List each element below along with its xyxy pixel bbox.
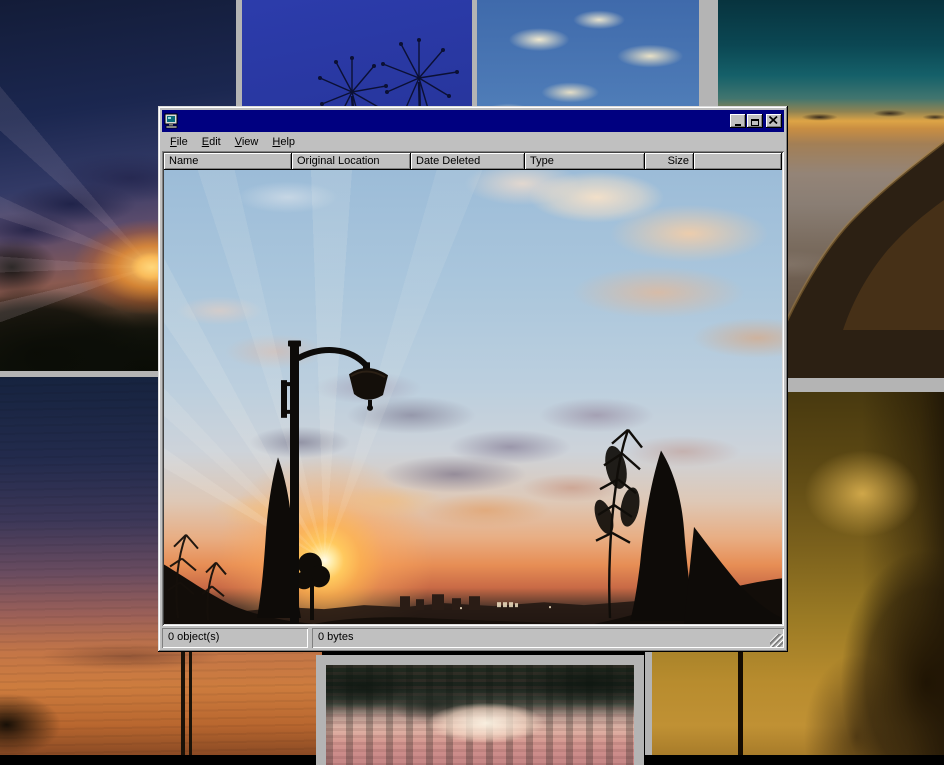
recycle-bin-window: File Edit View Help Name Original Locati… bbox=[158, 106, 788, 652]
resize-grip[interactable] bbox=[770, 634, 783, 647]
status-bytes-label: 0 bytes bbox=[318, 631, 353, 643]
column-header-original-location[interactable]: Original Location bbox=[292, 153, 411, 170]
menu-bar: File Edit View Help bbox=[162, 132, 784, 151]
column-header-size[interactable]: Size bbox=[645, 153, 694, 170]
minimize-button[interactable] bbox=[730, 114, 746, 128]
close-button[interactable] bbox=[766, 114, 782, 128]
water-pole-silhouette bbox=[181, 640, 185, 755]
column-header-type[interactable]: Type bbox=[525, 153, 645, 170]
computer-icon bbox=[164, 113, 180, 129]
column-header-filler[interactable] bbox=[694, 153, 782, 170]
column-header-name[interactable]: Name bbox=[164, 153, 292, 170]
column-header-date-deleted[interactable]: Date Deleted bbox=[411, 153, 525, 170]
status-bar: 0 object(s) 0 bytes bbox=[162, 628, 784, 648]
photo-silhouettes bbox=[164, 170, 782, 624]
file-list-area[interactable]: Name Original Location Date Deleted Type… bbox=[162, 151, 784, 626]
menu-help[interactable]: Help bbox=[265, 134, 302, 150]
menu-view[interactable]: View bbox=[228, 134, 266, 150]
maximize-button[interactable] bbox=[747, 114, 763, 128]
title-bar[interactable] bbox=[162, 110, 784, 132]
menu-edit[interactable]: Edit bbox=[195, 134, 228, 150]
water-pole-silhouette bbox=[189, 649, 192, 755]
menu-file[interactable]: File bbox=[163, 134, 195, 150]
golden-pole-silhouette bbox=[738, 650, 743, 755]
status-byte-count: 0 bytes bbox=[312, 628, 784, 648]
wallpaper-tile-lake-reflection bbox=[316, 655, 644, 765]
status-object-count: 0 object(s) bbox=[162, 628, 308, 648]
maximize-icon bbox=[751, 119, 759, 126]
minimize-icon bbox=[735, 124, 741, 126]
column-header-row: Name Original Location Date Deleted Type… bbox=[164, 153, 782, 170]
close-icon bbox=[769, 116, 778, 124]
lamppost-sunset-photo bbox=[164, 170, 782, 624]
